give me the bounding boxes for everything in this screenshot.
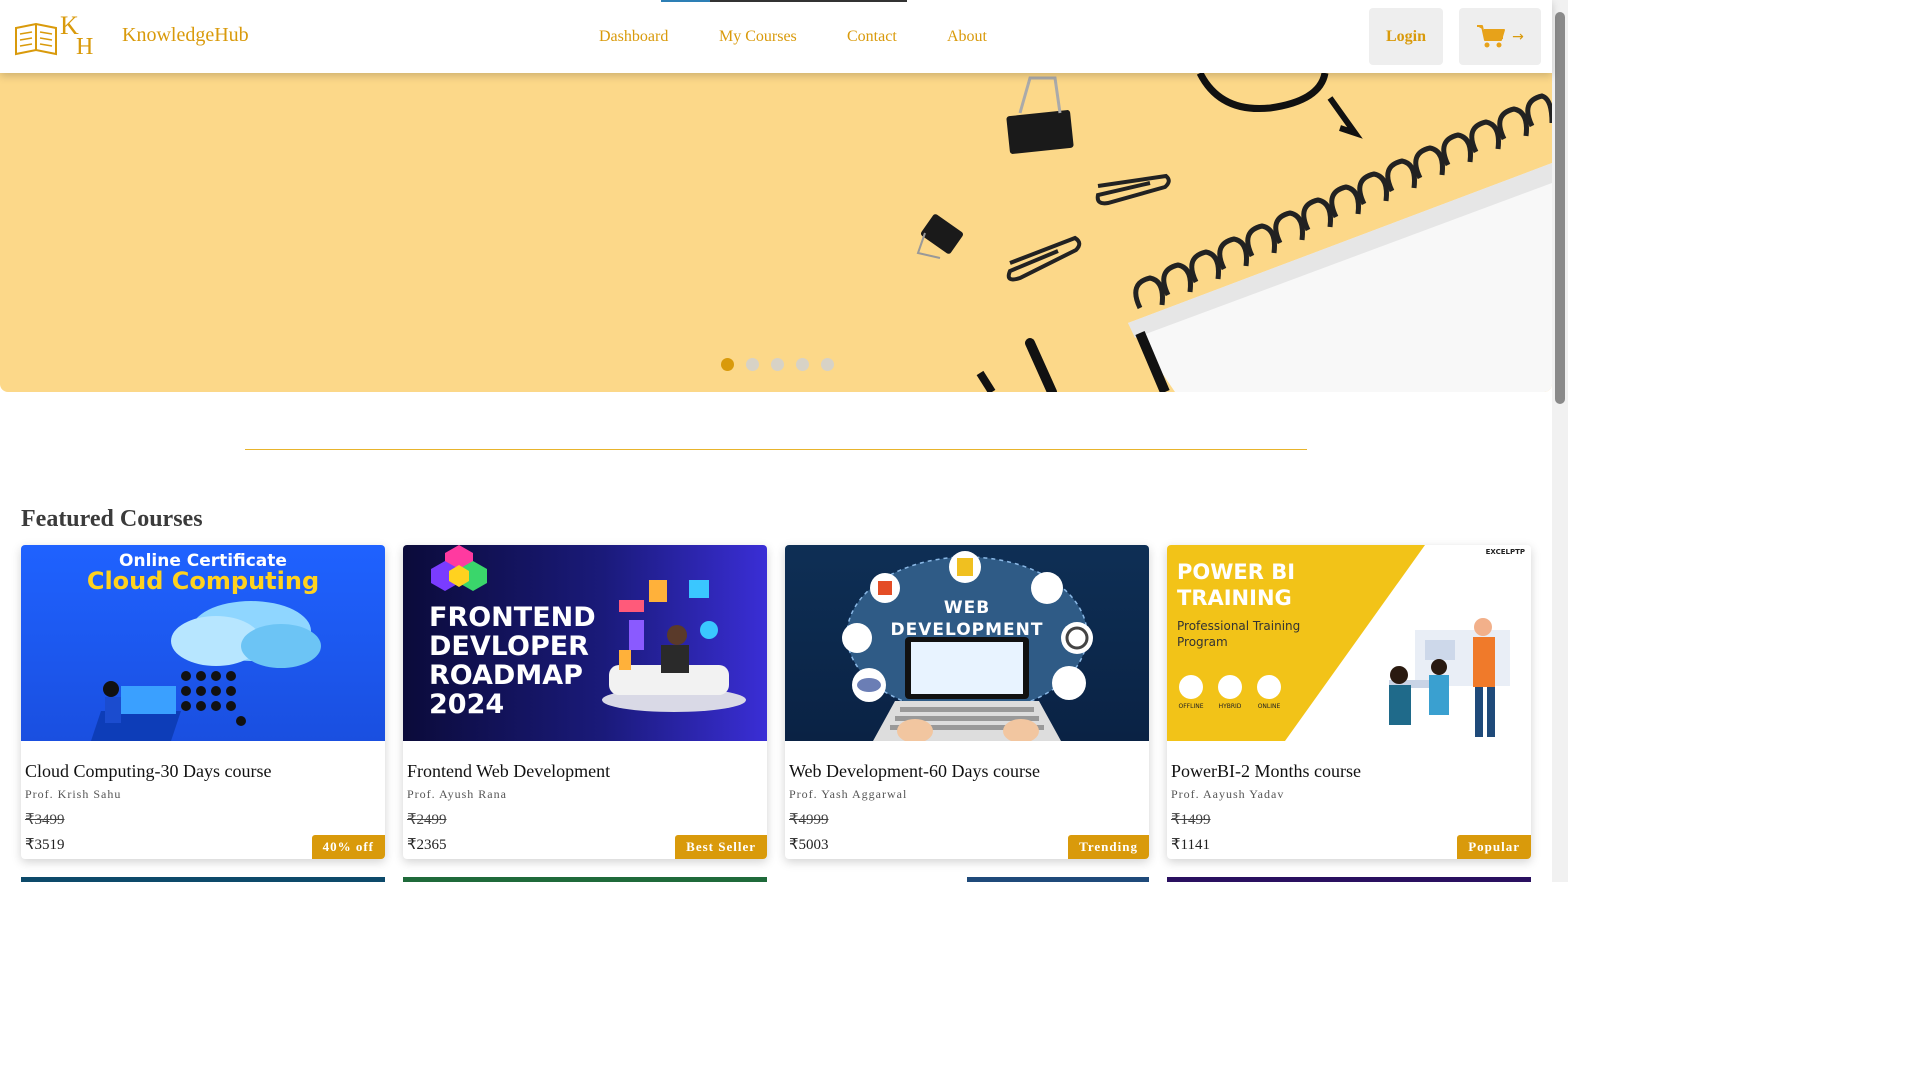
cart-icon <box>1477 24 1506 47</box>
book-logo-icon: K H <box>15 11 93 58</box>
course-thumbnail: Online Certificate Cloud Computing <box>21 545 385 741</box>
thumbnail-title: FRONTEND DEVLOPER ROADMAP 2024 <box>429 602 596 720</box>
hero-illustration <box>916 73 1552 392</box>
course-card-cloud[interactable]: Online Certificate Cloud Computing Cloud… <box>21 545 385 859</box>
web-development-illustration <box>842 551 1093 741</box>
course-card-peek-2[interactable] <box>403 877 767 882</box>
carousel-dot-5[interactable] <box>821 358 834 371</box>
mode-offline-label: OFFLINE <box>1178 703 1204 710</box>
developer-illustration <box>602 580 746 712</box>
login-button[interactable]: Login <box>1369 8 1443 65</box>
course-badge: Popular <box>1457 835 1531 859</box>
top-navbar: K H KnowledgeHub Dashboard My Courses Co… <box>0 0 1552 73</box>
mode-hybrid-label: HYBRID <box>1218 703 1242 710</box>
course-card-peek-3[interactable] <box>785 877 1149 882</box>
arrow-right-icon: → <box>1512 28 1524 45</box>
course-original-price: ₹3499 <box>25 812 65 828</box>
course-card-frontend[interactable]: FRONTEND DEVLOPER ROADMAP 2024 Frontend … <box>403 545 767 859</box>
thumbnail-title: Cloud Computing <box>86 567 320 595</box>
carousel-dot-3[interactable] <box>771 358 784 371</box>
brand-name[interactable]: KnowledgeHub <box>122 24 249 47</box>
carousel-dot-4[interactable] <box>796 358 809 371</box>
thumbnail-title: POWER BI TRAINING <box>1177 560 1296 610</box>
cart-button[interactable]: → <box>1459 8 1541 65</box>
svg-text:H: H <box>76 34 93 58</box>
course-original-price: ₹4999 <box>789 812 829 828</box>
section-divider <box>245 449 1307 450</box>
nav-top-bar <box>710 0 907 2</box>
course-card-powerbi[interactable]: POWER BI TRAINING Professional Training … <box>1167 545 1531 859</box>
scrollbar-thumb[interactable] <box>1555 12 1565 404</box>
course-thumbnail: FRONTEND DEVLOPER ROADMAP 2024 <box>403 545 767 741</box>
mode-online-label: ONLINE <box>1257 703 1281 710</box>
course-title[interactable]: Frontend Web Development <box>407 761 610 782</box>
course-title[interactable]: PowerBI-2 Months course <box>1171 761 1361 782</box>
course-title[interactable]: Cloud Computing-30 Days course <box>25 761 271 782</box>
course-badge: 40% off <box>311 835 385 859</box>
nav-about[interactable]: About <box>947 28 987 46</box>
nav-my-courses[interactable]: My Courses <box>719 28 797 46</box>
nav-contact[interactable]: Contact <box>847 28 897 46</box>
thumbnail-subtitle: Professional Training Program <box>1177 619 1301 649</box>
course-card-peek-1[interactable] <box>21 877 385 882</box>
course-instructor: Prof. Ayush Rana <box>407 787 507 801</box>
course-instructor: Prof. Aayush Yadav <box>1171 787 1285 801</box>
course-badge: Trending <box>1068 835 1149 859</box>
nav-dashboard[interactable]: Dashboard <box>599 28 668 46</box>
carousel-indicators <box>721 358 834 371</box>
cloud-illustration <box>91 601 321 741</box>
nav-top-accent <box>661 0 710 2</box>
carousel-dot-2[interactable] <box>746 358 759 371</box>
course-thumbnail: WEB DEVELOPMENT <box>785 545 1149 741</box>
hero-carousel[interactable] <box>0 73 1552 392</box>
course-price: ₹3519 <box>25 837 65 853</box>
course-price: ₹2365 <box>407 837 447 853</box>
logo[interactable]: K H <box>14 10 98 58</box>
course-price: ₹5003 <box>789 837 829 853</box>
course-instructor: Prof. Krish Sahu <box>25 787 122 801</box>
course-card-webdev[interactable]: WEB DEVELOPMENT Web Development-60 Days … <box>785 545 1149 859</box>
thumbnail-title: WEB DEVELOPMENT <box>890 598 1044 640</box>
featured-courses-heading: Featured Courses <box>21 506 203 532</box>
carousel-dot-1[interactable] <box>721 358 734 371</box>
course-price: ₹1141 <box>1171 837 1210 853</box>
course-original-price: ₹2499 <box>407 812 447 828</box>
course-instructor: Prof. Yash Aggarwal <box>789 787 908 801</box>
page-scrollbar[interactable] <box>1552 0 1568 882</box>
course-badge: Best Seller <box>675 835 767 859</box>
hexagon-logo-icon <box>431 545 487 591</box>
course-original-price: ₹1499 <box>1171 812 1211 828</box>
thumbnail-brand: EXCELPTP <box>1485 548 1525 556</box>
course-title[interactable]: Web Development-60 Days course <box>789 761 1040 782</box>
course-card-peek-4[interactable] <box>1167 877 1531 882</box>
course-thumbnail: POWER BI TRAINING Professional Training … <box>1167 545 1531 741</box>
